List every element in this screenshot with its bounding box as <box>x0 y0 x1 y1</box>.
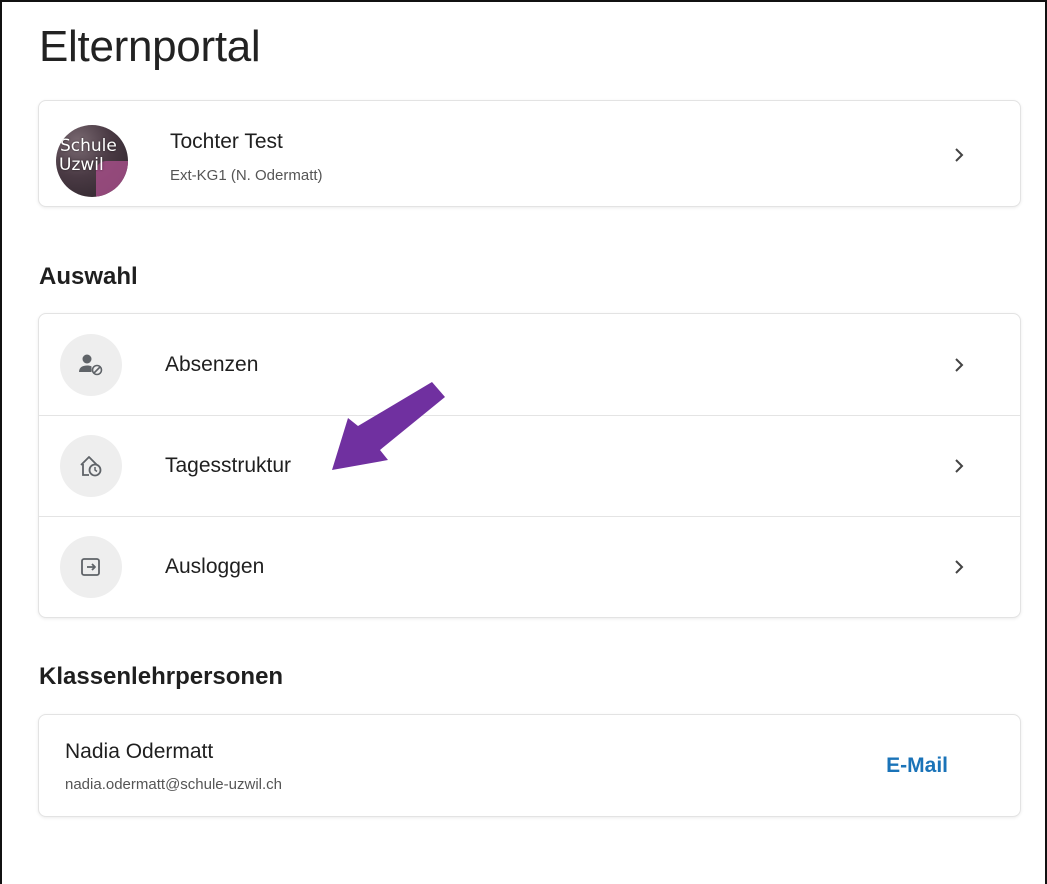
logout-icon <box>60 536 122 598</box>
teacher-name: Nadia Odermatt <box>65 740 214 763</box>
home-clock-icon <box>60 435 122 497</box>
avatar: Schule Uzwil <box>56 125 128 197</box>
menu-item-tagesstruktur[interactable]: Tagesstruktur <box>39 415 1020 516</box>
section-heading-klassenlehrpersonen: Klassenlehrpersonen <box>39 663 284 690</box>
chevron-right-icon <box>955 560 964 574</box>
page-title: Elternportal <box>39 22 261 71</box>
child-name: Tochter Test <box>170 130 283 153</box>
teacher-email: nadia.odermatt@schule-uzwil.ch <box>65 776 282 793</box>
teacher-card: Nadia Odermatt nadia.odermatt@schule-uzw… <box>38 714 1021 817</box>
child-card[interactable]: Schule Uzwil Tochter Test Ext-KG1 (N. Od… <box>38 100 1021 207</box>
section-heading-auswahl: Auswahl <box>39 263 138 290</box>
chevron-right-icon <box>955 459 964 473</box>
chevron-right-icon <box>955 148 964 162</box>
person-blocked-icon <box>60 333 122 396</box>
auswahl-menu: Absenzen Tagesstruktur Ausloggen <box>38 313 1021 618</box>
child-class: Ext-KG1 (N. Odermatt) <box>170 167 323 184</box>
annotation-arrow-icon <box>332 382 445 470</box>
chevron-right-icon <box>955 357 964 372</box>
email-button[interactable]: E-Mail <box>886 754 948 778</box>
avatar-text-line1: Schule <box>60 136 117 156</box>
menu-item-label: Ausloggen <box>165 555 265 578</box>
menu-item-label: Absenzen <box>165 352 259 376</box>
avatar-text-line2: Uzwil <box>59 155 104 175</box>
menu-item-absenzen[interactable]: Absenzen <box>39 314 1020 415</box>
menu-item-ausloggen[interactable]: Ausloggen <box>39 516 1020 617</box>
menu-item-label: Tagesstruktur <box>165 454 292 477</box>
